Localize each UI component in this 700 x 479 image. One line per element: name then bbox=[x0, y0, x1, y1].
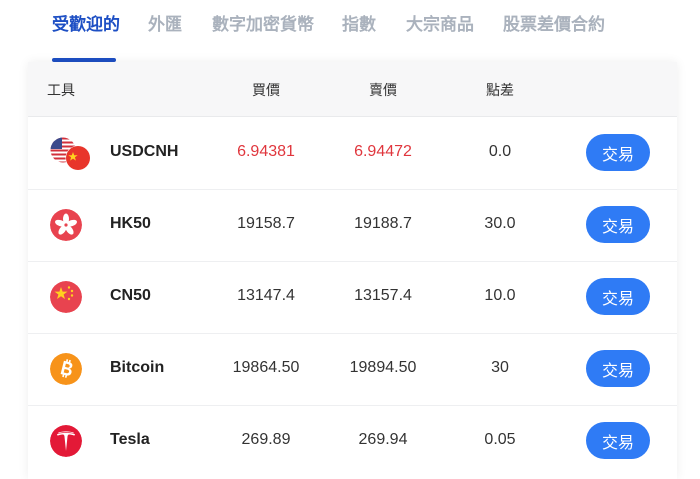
tab-commodities[interactable]: 大宗商品 bbox=[406, 14, 474, 36]
ask-price: 19894.50 bbox=[349, 359, 417, 376]
tab-forex[interactable]: 外匯 bbox=[148, 14, 182, 36]
bid-price: 6.94381 bbox=[237, 143, 295, 160]
header-ask: 賣價 bbox=[369, 82, 397, 98]
trade-button[interactable]: 交易 bbox=[586, 278, 650, 315]
header-spread: 點差 bbox=[486, 82, 514, 98]
ask-price: 6.94472 bbox=[354, 143, 412, 160]
category-tabs: 受歡迎的 外匯 數字加密貨幣 指數 大宗商品 股票差價合約 bbox=[0, 0, 700, 62]
trade-button[interactable]: 交易 bbox=[586, 206, 650, 243]
tab-indices[interactable]: 指數 bbox=[342, 14, 376, 36]
tesla-logo-icon bbox=[50, 425, 82, 457]
us-cn-flags-icon bbox=[50, 137, 91, 171]
ask-price: 13157.4 bbox=[354, 287, 412, 304]
china-flag-icon bbox=[50, 281, 82, 313]
spread-value: 30.0 bbox=[484, 215, 516, 232]
bitcoin-icon bbox=[50, 353, 82, 385]
ask-price: 19188.7 bbox=[354, 215, 412, 232]
spread-value: 0.0 bbox=[488, 143, 512, 160]
hong-kong-flag-icon bbox=[50, 209, 82, 241]
bid-price: 269.89 bbox=[241, 431, 291, 448]
instrument-name[interactable]: Tesla bbox=[110, 431, 150, 449]
trade-button[interactable]: 交易 bbox=[586, 350, 650, 387]
bid-price: 19864.50 bbox=[232, 359, 300, 376]
table-row: Bitcoin 19864.50 19894.50 30 交易 bbox=[28, 333, 677, 406]
ask-price: 269.94 bbox=[358, 431, 408, 448]
instrument-table: 工具 買價 賣價 點差 USDCNH 6.94381 6.94472 0.0 交… bbox=[28, 62, 677, 479]
instrument-name[interactable]: CN50 bbox=[110, 287, 151, 305]
table-row: USDCNH 6.94381 6.94472 0.0 交易 bbox=[28, 117, 677, 190]
bid-price: 13147.4 bbox=[237, 287, 295, 304]
bid-price: 19158.7 bbox=[237, 215, 295, 232]
header-instrument: 工具 bbox=[47, 82, 75, 98]
header-bid: 買價 bbox=[252, 82, 280, 98]
trade-button[interactable]: 交易 bbox=[586, 134, 650, 171]
table-row: HK50 19158.7 19188.7 30.0 交易 bbox=[28, 189, 677, 262]
table-row: CN50 13147.4 13157.4 10.0 交易 bbox=[28, 261, 677, 334]
table-header: 工具 買價 賣價 點差 bbox=[28, 62, 677, 117]
instrument-name[interactable]: Bitcoin bbox=[110, 359, 164, 377]
spread-value: 10.0 bbox=[484, 287, 516, 304]
tab-crypto[interactable]: 數字加密貨幣 bbox=[212, 14, 314, 36]
spread-value: 0.05 bbox=[484, 431, 516, 448]
trade-button[interactable]: 交易 bbox=[586, 422, 650, 459]
instrument-name[interactable]: USDCNH bbox=[110, 143, 178, 161]
tab-stock-cfd[interactable]: 股票差價合約 bbox=[503, 14, 605, 36]
table-row: Tesla 269.89 269.94 0.05 交易 bbox=[28, 405, 677, 477]
tab-popular[interactable]: 受歡迎的 bbox=[52, 14, 120, 36]
spread-value: 30 bbox=[491, 359, 509, 376]
instrument-name[interactable]: HK50 bbox=[110, 215, 151, 233]
